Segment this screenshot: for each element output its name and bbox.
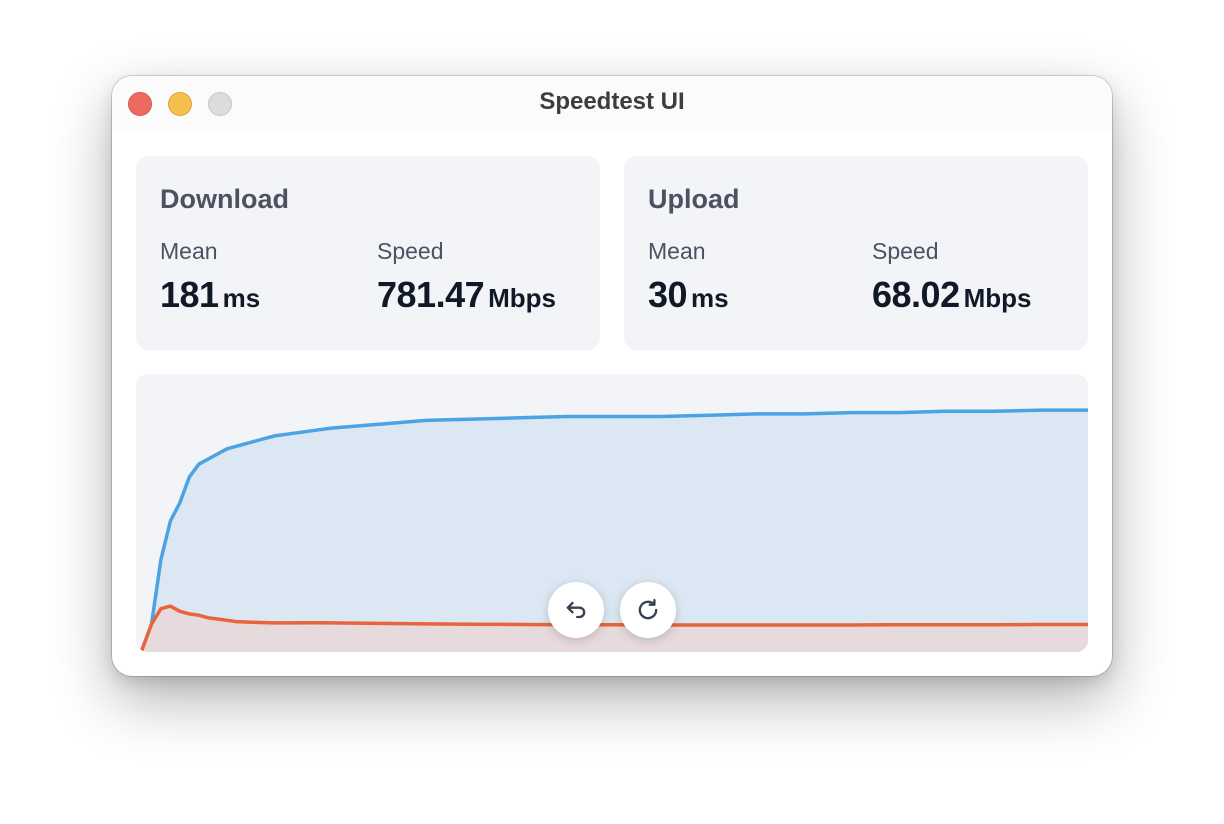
reload-icon — [638, 598, 658, 620]
download-mean-value: 181 ms — [160, 274, 260, 316]
upload-mean-number: 30 — [648, 274, 688, 315]
download-speed-unit: Mbps — [488, 283, 556, 313]
upload-mean-label: Mean — [648, 238, 706, 264]
download-area — [142, 410, 1088, 652]
upload-speed-label: Speed — [872, 238, 939, 264]
window-title: Speedtest UI — [539, 88, 685, 115]
upload-speed-unit: Mbps — [963, 283, 1032, 313]
upload-card: Upload Mean 30 ms Speed 68.02 Mbps — [624, 156, 1088, 350]
title-bar: Speedtest UI — [112, 76, 1112, 132]
download-title: Download — [160, 184, 289, 214]
upload-speed-value: 68.02 Mbps — [872, 274, 1031, 316]
upload-speed-number: 68.02 — [872, 274, 960, 315]
upload-title: Upload — [648, 184, 740, 214]
download-mean-number: 181 — [160, 274, 219, 315]
undo-button[interactable] — [548, 582, 604, 638]
upload-mean-unit: ms — [691, 283, 729, 313]
reload-button[interactable] — [620, 582, 676, 638]
upload-mean-value: 30 ms — [648, 274, 729, 316]
speed-chart-svg — [140, 408, 1088, 652]
speed-chart — [136, 374, 1088, 652]
download-card: Download Mean 181 ms Speed 781.47 Mbps — [136, 156, 600, 350]
download-speed-value: 781.47 Mbps — [377, 274, 556, 316]
undo-arrow-icon — [566, 601, 586, 619]
download-speed-number: 781.47 — [377, 274, 485, 315]
app-window: Speedtest UI Download Mean 181 ms Speed 7… — [112, 76, 1112, 676]
download-mean-label: Mean — [160, 238, 218, 264]
download-speed-label: Speed — [377, 238, 444, 264]
download-mean-unit: ms — [222, 283, 261, 313]
